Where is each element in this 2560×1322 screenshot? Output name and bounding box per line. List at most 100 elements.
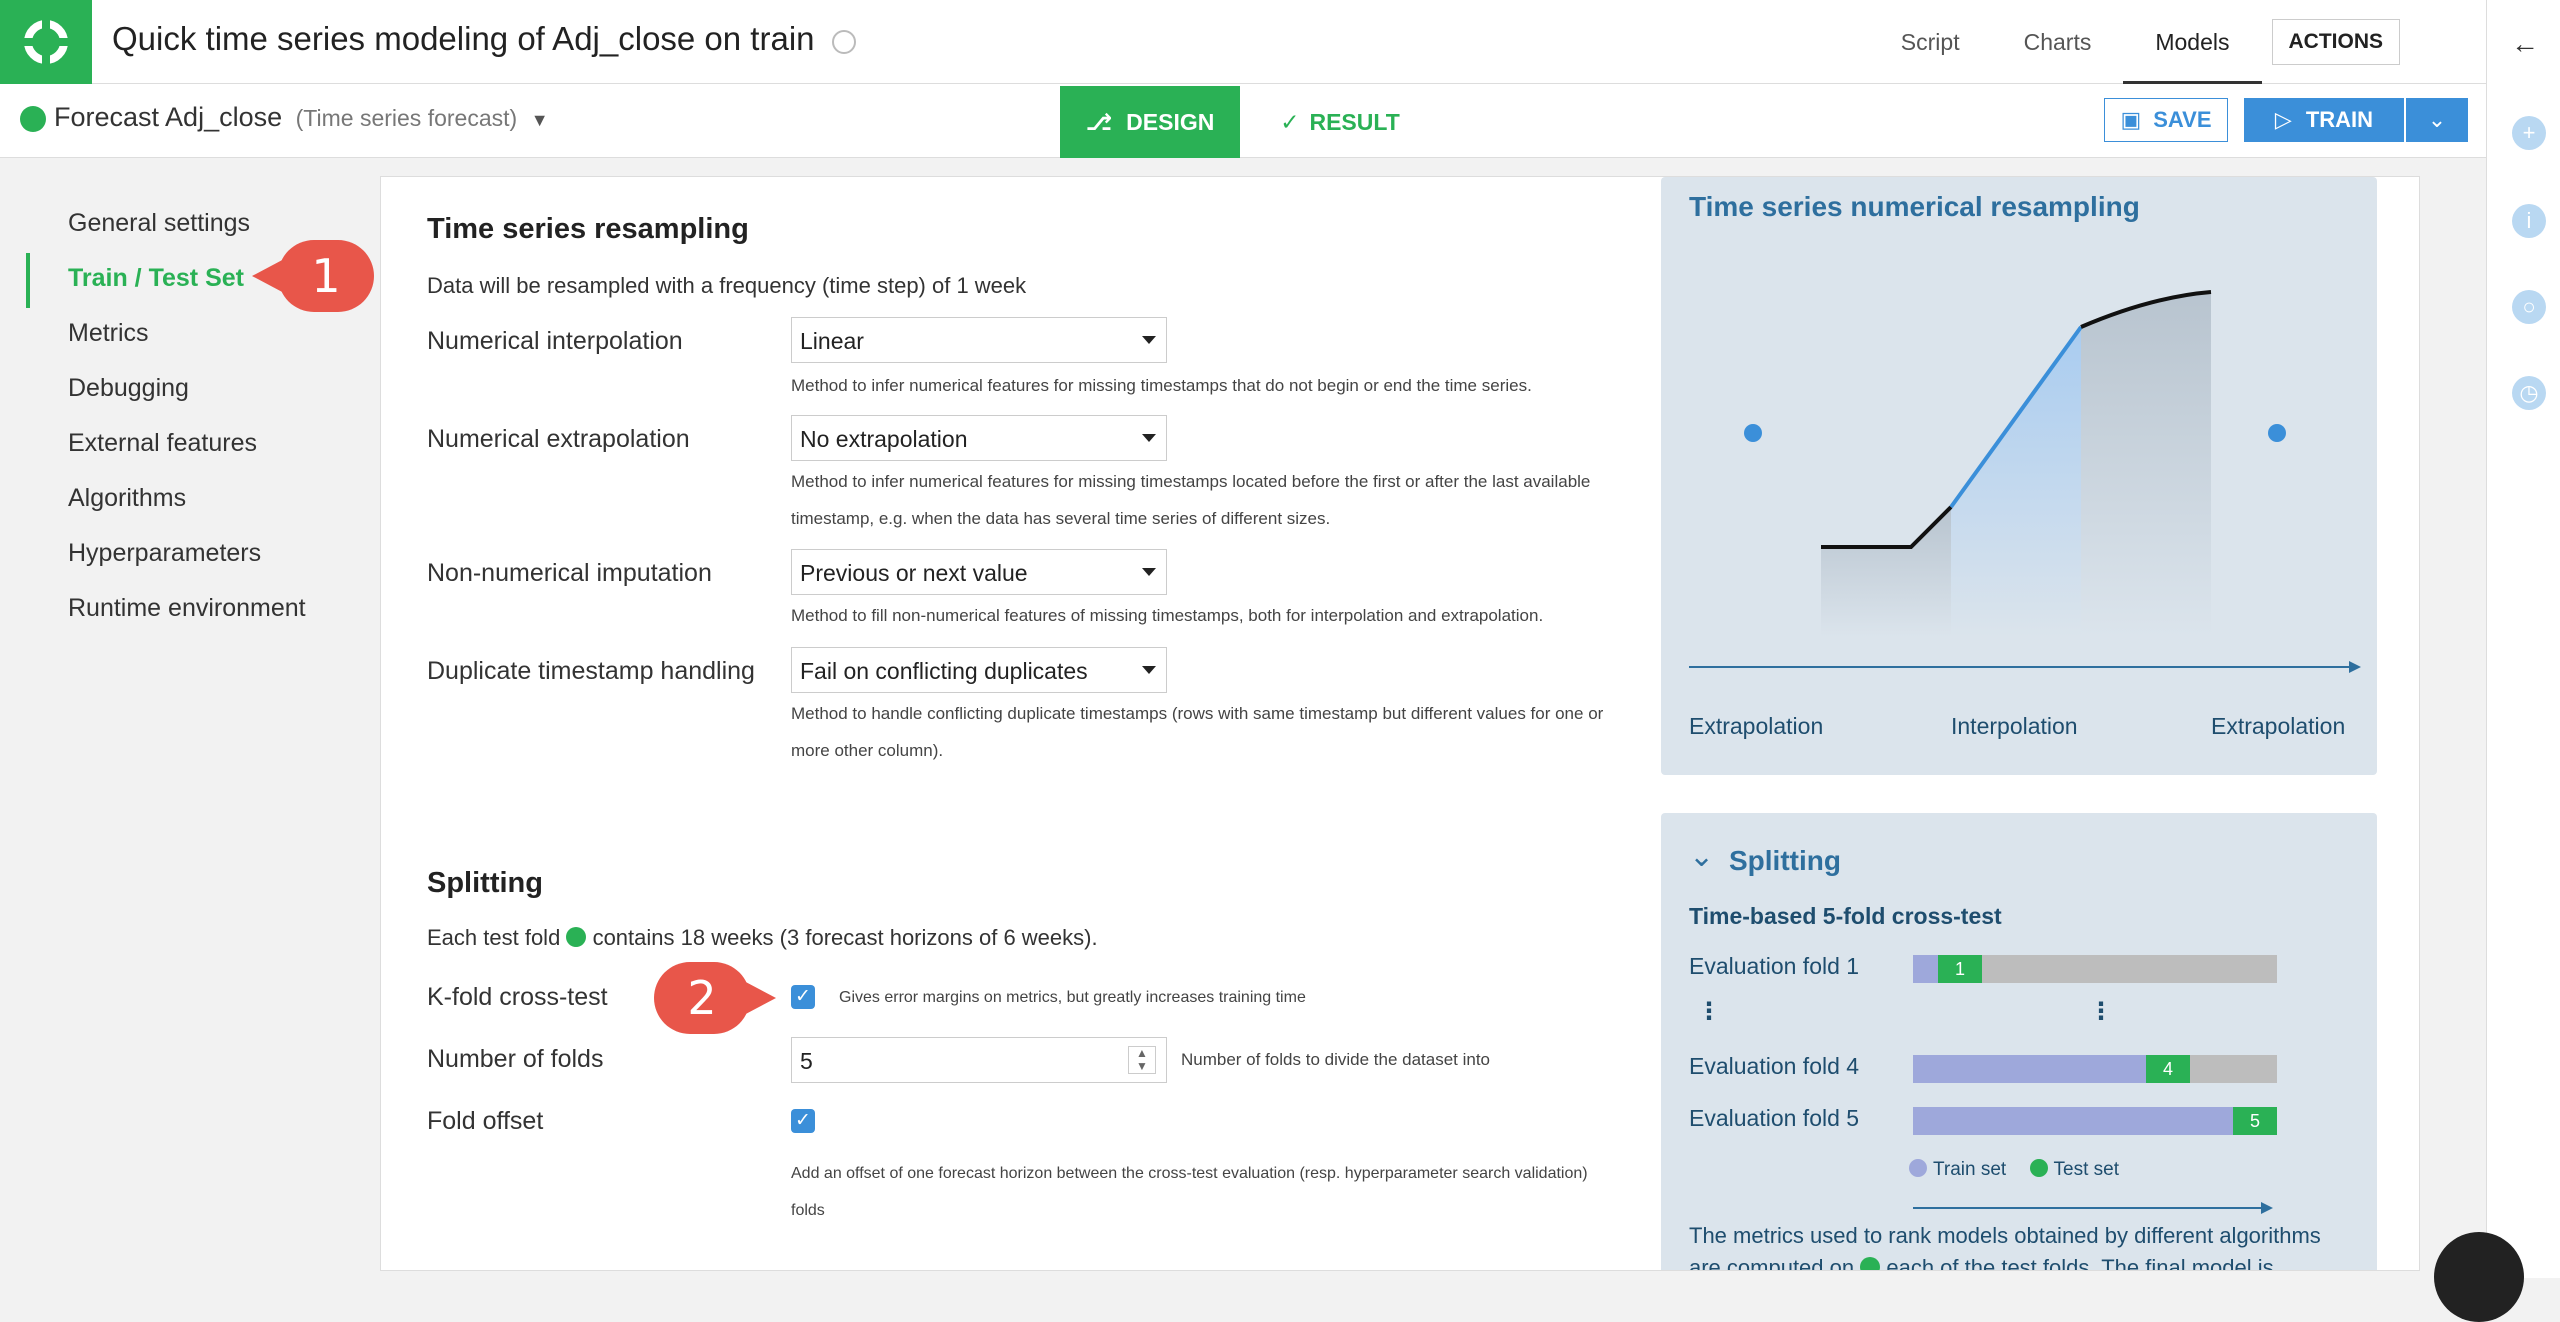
sidebar-item-metrics[interactable]: Metrics [0,308,360,363]
test-fold-dot-icon [1860,1257,1881,1270]
chevron-down-icon: ⌄ [2427,107,2447,132]
fold-4-test: 4 [2146,1055,2190,1083]
forecast-icon [20,106,46,132]
numerical-interpolation-select[interactable]: Linear [791,317,1167,363]
non-numerical-imputation-select[interactable]: Previous or next value [791,549,1167,595]
missing-point-right-icon [2268,424,2286,442]
sidebar-item-hyperparameters[interactable]: Hyperparameters [0,528,360,583]
splitting-diagram-panel: Splitting ⌄ Time-based 5-fold cross-test… [1661,813,2377,1271]
fold-4-label: Evaluation fold 4 [1689,1053,1860,1079]
fold-1-bar: 1 [1913,955,2277,983]
splitting-panel-title: Splitting [1729,845,1841,876]
fold-1-label: Evaluation fold 1 [1689,953,1860,979]
left-extrapolation-label: Extrapolation [1689,713,1824,739]
numerical-interpolation-value: Linear [800,328,864,354]
numerical-extrapolation-select[interactable]: No extrapolation [791,415,1167,461]
add-icon[interactable]: + [2512,116,2546,150]
fold-1-train [1913,955,1938,983]
tab-models[interactable]: Models [2123,0,2262,84]
numerical-extrapolation-value: No extrapolation [800,426,968,452]
sidebar-item-external-features[interactable]: External features [0,418,360,473]
train-button[interactable]: ▷ TRAIN [2244,98,2404,142]
info-icon[interactable]: i [2512,204,2546,238]
save-button[interactable]: ▣ SAVE [2104,98,2228,142]
kfold-checkbox[interactable]: ✓ [791,985,815,1009]
resampling-diagram [1689,290,2361,673]
app-logo-icon [23,19,69,65]
splitting-desc-pre: Each test fold [427,925,561,950]
actions-button[interactable]: ACTIONS [2271,19,2400,65]
numerical-extrapolation-help: Method to infer numerical features for m… [791,472,1591,528]
tab-script[interactable]: Script [1869,0,1992,84]
train-legend-label: Train set [1933,1159,2007,1180]
sidebar-item-runtime-environment[interactable]: Runtime environment [0,583,360,638]
duplicate-timestamp-label: Duplicate timestamp handling [427,657,755,685]
fold-1-test: 1 [1938,955,1982,983]
caret-down-icon [1142,666,1156,674]
number-of-folds-input[interactable]: 5 ▲ ▼ [791,1037,1167,1083]
fold-4-train [1913,1055,2146,1083]
resampling-description: Data will be resampled with a frequency … [427,273,1027,298]
fold-5-label: Evaluation fold 5 [1689,1105,1860,1131]
numerical-extrapolation-label: Numerical extrapolation [427,425,690,453]
main-content: Time series resampling Data will be resa… [380,176,2420,1271]
chat-icon[interactable]: ○ [2512,290,2546,324]
stepper-icon[interactable]: ▲ ▼ [1128,1046,1156,1074]
result-label: RESULT [1309,108,1400,135]
caret-down-icon [1142,568,1156,576]
save-label: SAVE [2153,107,2212,132]
caret-down-icon [1142,434,1156,442]
back-arrow-icon[interactable]: ← [2511,28,2539,60]
result-check-icon: ✓ [1280,108,1300,135]
play-icon: ▷ [2274,107,2292,132]
sidebar-item-debugging[interactable]: Debugging [0,363,360,418]
duplicate-timestamp-select[interactable]: Fail on conflicting duplicates [791,647,1167,693]
number-of-folds-label: Number of folds [427,1045,604,1073]
forecast-name: Forecast Adj_close [54,102,283,132]
flask-icon: ⎇ [1085,108,1113,135]
fold-offset-checkbox[interactable]: ✓ [791,1109,815,1133]
interpolation-label: Interpolation [1951,713,2078,739]
duplicate-timestamp-value: Fail on conflicting duplicates [800,658,1088,684]
design-tab[interactable]: ⎇ DESIGN [1060,86,1240,158]
callout-1: 1 [252,240,374,312]
dataiku-logo[interactable] [0,0,92,84]
history-icon[interactable]: ◷ [2512,376,2546,410]
footer-line2-pre: are computed on [1689,1255,1855,1271]
result-tab[interactable]: ✓ RESULT [1270,86,1410,158]
save-icon: ▣ [2120,107,2142,132]
resampling-diagram-panel: Time series numerical resampling Extrapo… [1661,177,2377,775]
numerical-interpolation-label: Numerical interpolation [427,327,683,355]
splitting-title: Splitting [427,867,543,899]
right-rail: ← + i ○ ◷ [2486,0,2560,1278]
splitting-desc-post: contains 18 weeks (3 forecast horizons o… [592,925,1098,950]
split-legend: Train set Test set [1909,1159,2119,1181]
settings-circle-icon[interactable] [832,30,856,54]
forecast-selector[interactable]: Forecast Adj_close (Time series forecast… [54,102,549,133]
train-dropdown-button[interactable]: ⌄ [2406,98,2468,142]
fold-offset-label: Fold offset [427,1107,544,1135]
top-bar: Quick time series modeling of Adj_close … [0,0,2486,84]
split-time-axis [1913,1202,2273,1214]
right-extrapolation-label: Extrapolation [2211,713,2346,739]
splitting-description: Each test fold contains 18 weeks (3 fore… [427,925,1098,951]
collapse-chevron-icon[interactable]: ⌄ [1689,839,1714,874]
time-axis-arrow-icon [2349,661,2361,673]
design-label: DESIGN [1126,108,1215,135]
sidebar-item-algorithms[interactable]: Algorithms [0,473,360,528]
splitting-footer-line-1: The metrics used to rank models obtained… [1689,1223,2321,1248]
help-chat-button[interactable] [2434,1232,2524,1322]
caret-down-icon [1142,336,1156,344]
duplicate-timestamp-help: Method to handle conflicting duplicate t… [791,704,1604,760]
test-legend-dot-icon [2029,1159,2048,1177]
test-set-dot-icon [566,927,587,947]
ellipsis-right-icon: ⋮ [2089,998,2113,1025]
kfold-label: K-fold cross-test [427,983,608,1011]
tab-charts[interactable]: Charts [1992,0,2124,84]
chevron-down-icon: ▼ [530,110,549,130]
ellipsis-left-icon: ⋮ [1697,998,1721,1025]
splitting-footer-line-2: are computed on each of the test folds. … [1689,1255,2274,1271]
test-legend-label: Test set [2053,1159,2119,1180]
train-legend-dot-icon [1909,1159,1927,1177]
fold-5-test: 5 [2233,1107,2277,1135]
